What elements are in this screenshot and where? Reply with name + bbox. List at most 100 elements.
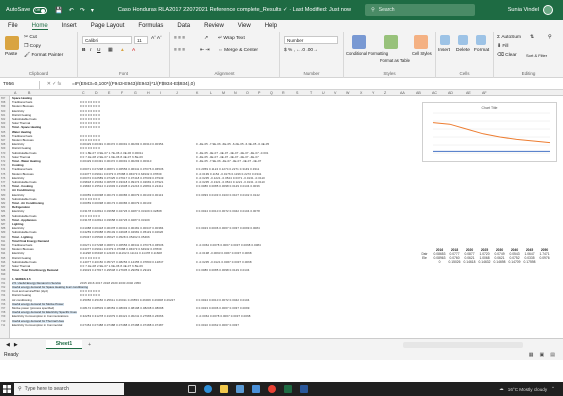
growth-values[interactable]: 0 -0.0064 0.0078 0.0067 0.0037 0.0068 0.…: [196, 244, 261, 247]
column-header[interactable]: AC: [432, 91, 437, 95]
store-icon[interactable]: [236, 385, 244, 393]
row-number[interactable]: 668: [1, 143, 5, 146]
column-header[interactable]: N: [234, 91, 237, 95]
row-number[interactable]: 682: [1, 202, 5, 205]
tab-help[interactable]: Help: [265, 23, 277, 29]
row-number[interactable]: 703: [1, 290, 5, 293]
mail-icon[interactable]: [252, 385, 260, 393]
row-number[interactable]: 697: [1, 265, 5, 268]
format-button[interactable]: Format: [474, 48, 489, 53]
currency-icon[interactable]: $ % , ←.0 .00→: [284, 48, 318, 53]
row-number[interactable]: 693: [1, 248, 5, 251]
tab-data[interactable]: Data: [177, 23, 190, 29]
row-number[interactable]: 705: [1, 299, 5, 302]
indent-icon[interactable]: ⇤ ⇥: [200, 48, 209, 53]
growth-values[interactable]: 0 -0.0198 -0.0093 0.0067 0.0037 0.0068: [196, 252, 252, 255]
row-values[interactable]: 0.05347 0.05506 0.05627 0.0528 0.05462 0…: [80, 235, 150, 239]
row-number[interactable]: 658: [1, 101, 5, 104]
row-number[interactable]: 706: [1, 303, 5, 306]
growth-values[interactable]: 0 0.0023 0.0006 0.0067 0.0037 0.0099 0.0…: [196, 227, 260, 230]
row-label[interactable]: Substitutable Fuels: [12, 231, 37, 234]
row-number[interactable]: 689: [1, 231, 5, 234]
conditional-formatting-button[interactable]: Conditional Formatting: [346, 51, 388, 56]
column-header[interactable]: Y: [372, 91, 374, 95]
font-name-select[interactable]: Calibri: [82, 36, 132, 44]
row-number[interactable]: 659: [1, 105, 5, 108]
orientation-icon[interactable]: ↗: [204, 36, 208, 41]
column-header[interactable]: I: [160, 91, 161, 95]
row-label[interactable]: Traditional fuels: [12, 168, 32, 171]
column-header[interactable]: AE: [466, 91, 471, 95]
paste-icon[interactable]: [5, 36, 19, 50]
row-number[interactable]: 675: [1, 173, 5, 176]
clear-button[interactable]: ⌫ Clear: [497, 53, 517, 58]
chart-series-line[interactable]: [432, 122, 551, 144]
avatar[interactable]: [543, 5, 553, 15]
column-header[interactable]: A: [14, 91, 16, 95]
row-number[interactable]: 678: [1, 185, 5, 188]
tab-home[interactable]: Home: [31, 23, 48, 30]
growth-values[interactable]: 0 0.0024 0.0010 0.0072 0.0042 0.0104: [196, 298, 249, 302]
file-explorer-icon[interactable]: [220, 385, 228, 393]
tab-insert[interactable]: Insert: [62, 23, 77, 29]
column-header[interactable]: Q: [270, 91, 273, 95]
row-number[interactable]: 711: [1, 324, 5, 327]
windows-start-icon[interactable]: [0, 382, 14, 396]
row-number[interactable]: 657: [1, 97, 5, 100]
row-number[interactable]: 699: [1, 273, 5, 276]
fill-button[interactable]: ⬇ Fill: [497, 44, 509, 49]
column-header[interactable]: U: [322, 91, 325, 95]
row-label[interactable]: Total - Space Heating: [12, 126, 41, 129]
column-header[interactable]: H: [147, 91, 150, 95]
row-number[interactable]: 710: [1, 320, 5, 323]
borders-icon[interactable]: ▦: [108, 48, 113, 53]
sort-filter-button[interactable]: Sort & Filter: [526, 53, 547, 58]
merge-center-button[interactable]: ⇔ Merge & Center: [218, 48, 258, 53]
cell-styles-button[interactable]: Cell Styles: [412, 51, 432, 56]
number-format-select[interactable]: Number: [284, 36, 338, 44]
row-number[interactable]: 673: [1, 164, 5, 167]
growth-values[interactable]: 0 0.0093 0.0103 0.0103 0.0107 0.0102 0.0…: [196, 193, 260, 197]
customize-qat-icon[interactable]: ▾: [91, 7, 94, 14]
column-header[interactable]: L: [210, 91, 212, 95]
row-number[interactable]: 701: [1, 282, 5, 285]
align-left-icon[interactable]: ≡ ≡ ≡: [174, 48, 185, 53]
find-select-icon[interactable]: ⚲: [548, 35, 552, 40]
column-header[interactable]: V: [334, 91, 336, 95]
format-painter-button[interactable]: 🖌 Format Painter: [24, 53, 63, 58]
grow-font-icon[interactable]: Aˆ Aˇ: [151, 36, 162, 41]
page-layout-view-icon[interactable]: ▣: [540, 352, 545, 358]
add-sheet-button[interactable]: +: [88, 342, 91, 348]
row-number[interactable]: 667: [1, 139, 5, 142]
fill-color-icon[interactable]: ▲: [120, 48, 125, 53]
row-number[interactable]: 665: [1, 131, 5, 134]
row-values[interactable]: 0.11298 0.06918 0.12106 0.11162 0.11141 …: [80, 252, 162, 255]
row-label[interactable]: Modern Biomass: [12, 105, 34, 108]
user-account[interactable]: Sunia Vindel: [508, 5, 553, 15]
growth-values[interactable]: 0 0.0010 0.0062 0.0067 0.0037: [196, 323, 239, 327]
row-number[interactable]: 692: [1, 244, 5, 247]
name-box[interactable]: T956: [0, 80, 40, 89]
row-values[interactable]: 0.32253 0.31278 0.31979 0.30421 0.30241 …: [80, 315, 163, 318]
row-number[interactable]: 663: [1, 122, 5, 125]
growth-values[interactable]: 0 -4E-05 -7.9E-06 -4E-07 -4E-07 -4E-07 -…: [196, 160, 261, 163]
row-number[interactable]: 702: [1, 286, 5, 289]
row-number[interactable]: 671: [1, 156, 5, 159]
growth-values[interactable]: 0 0.0086 0.0085 0.0098 0.0129 0.0134: [196, 269, 249, 272]
autosave-toggle[interactable]: Off: [33, 6, 48, 14]
taskbar-search[interactable]: ⚲ Type here to search: [14, 383, 124, 395]
row-label[interactable]: Electricity: [12, 210, 24, 213]
save-icon[interactable]: 💾: [55, 7, 62, 14]
row-number[interactable]: 683: [1, 206, 5, 209]
column-header[interactable]: Z: [384, 91, 386, 95]
row-number[interactable]: 700: [1, 278, 5, 281]
redo-icon[interactable]: ↷: [80, 7, 85, 14]
horizontal-scrollbar[interactable]: [403, 341, 523, 348]
row-number[interactable]: 695: [1, 257, 5, 260]
row-number[interactable]: 681: [1, 198, 5, 201]
format-as-table-button[interactable]: Format as Table: [380, 58, 410, 63]
sheet-nav-prev-icon[interactable]: ◀: [6, 342, 10, 348]
row-values[interactable]: 0 0 0 0 0 0 0 0: [80, 294, 100, 297]
document-title[interactable]: Caso Honduras RLA2017 22072021 Reference…: [118, 7, 351, 13]
row-number[interactable]: 666: [1, 135, 5, 138]
